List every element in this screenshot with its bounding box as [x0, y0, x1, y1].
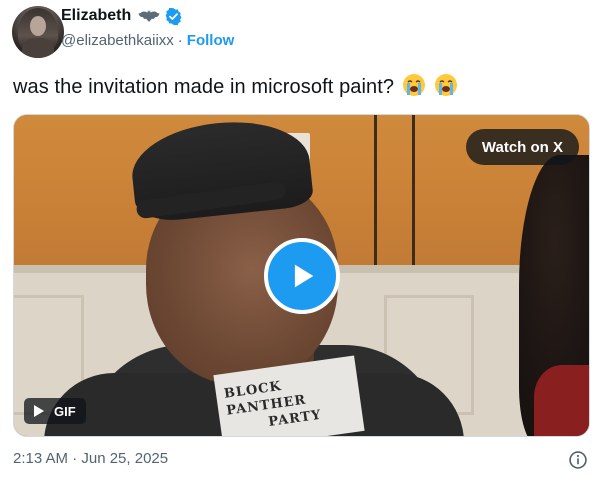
gif-badge[interactable]: GIF	[24, 398, 86, 424]
background-wire	[374, 115, 377, 265]
tweet-text-content: was the invitation made in microsoft pai…	[13, 76, 395, 98]
author-name[interactable]: Elizabeth	[61, 7, 131, 25]
author-name-row: Elizabeth	[61, 5, 183, 27]
tweet-text: was the invitation made in microsoft pai…	[13, 73, 458, 99]
avatar-face	[30, 16, 46, 36]
media-gif[interactable]: BLOCK PANTHER PARTY Watch on X GIF	[13, 114, 590, 437]
separator-dot: ·	[177, 31, 183, 49]
info-icon[interactable]	[568, 450, 588, 470]
background-person-shirt	[534, 365, 589, 436]
background-wire	[412, 115, 415, 265]
loudly-crying-face-icon	[402, 74, 425, 96]
play-button[interactable]	[264, 238, 340, 314]
avatar[interactable]	[12, 6, 64, 58]
avatar-body	[22, 38, 54, 58]
bat-icon	[138, 10, 160, 22]
tweet-timestamp[interactable]: 2:13 AM · Jun 25, 2025	[13, 450, 168, 467]
verified-icon	[165, 7, 182, 25]
gif-label: GIF	[54, 403, 76, 419]
author-handle[interactable]: @elizabethkaiixx	[61, 32, 174, 49]
follow-button[interactable]: Follow	[187, 32, 235, 49]
play-small-icon	[34, 405, 44, 417]
play-icon	[294, 264, 314, 288]
author-handle-row: @elizabethkaiixx · Follow	[61, 30, 234, 50]
watch-on-x-button[interactable]: Watch on X	[465, 129, 579, 165]
loudly-crying-face-icon	[434, 74, 457, 96]
